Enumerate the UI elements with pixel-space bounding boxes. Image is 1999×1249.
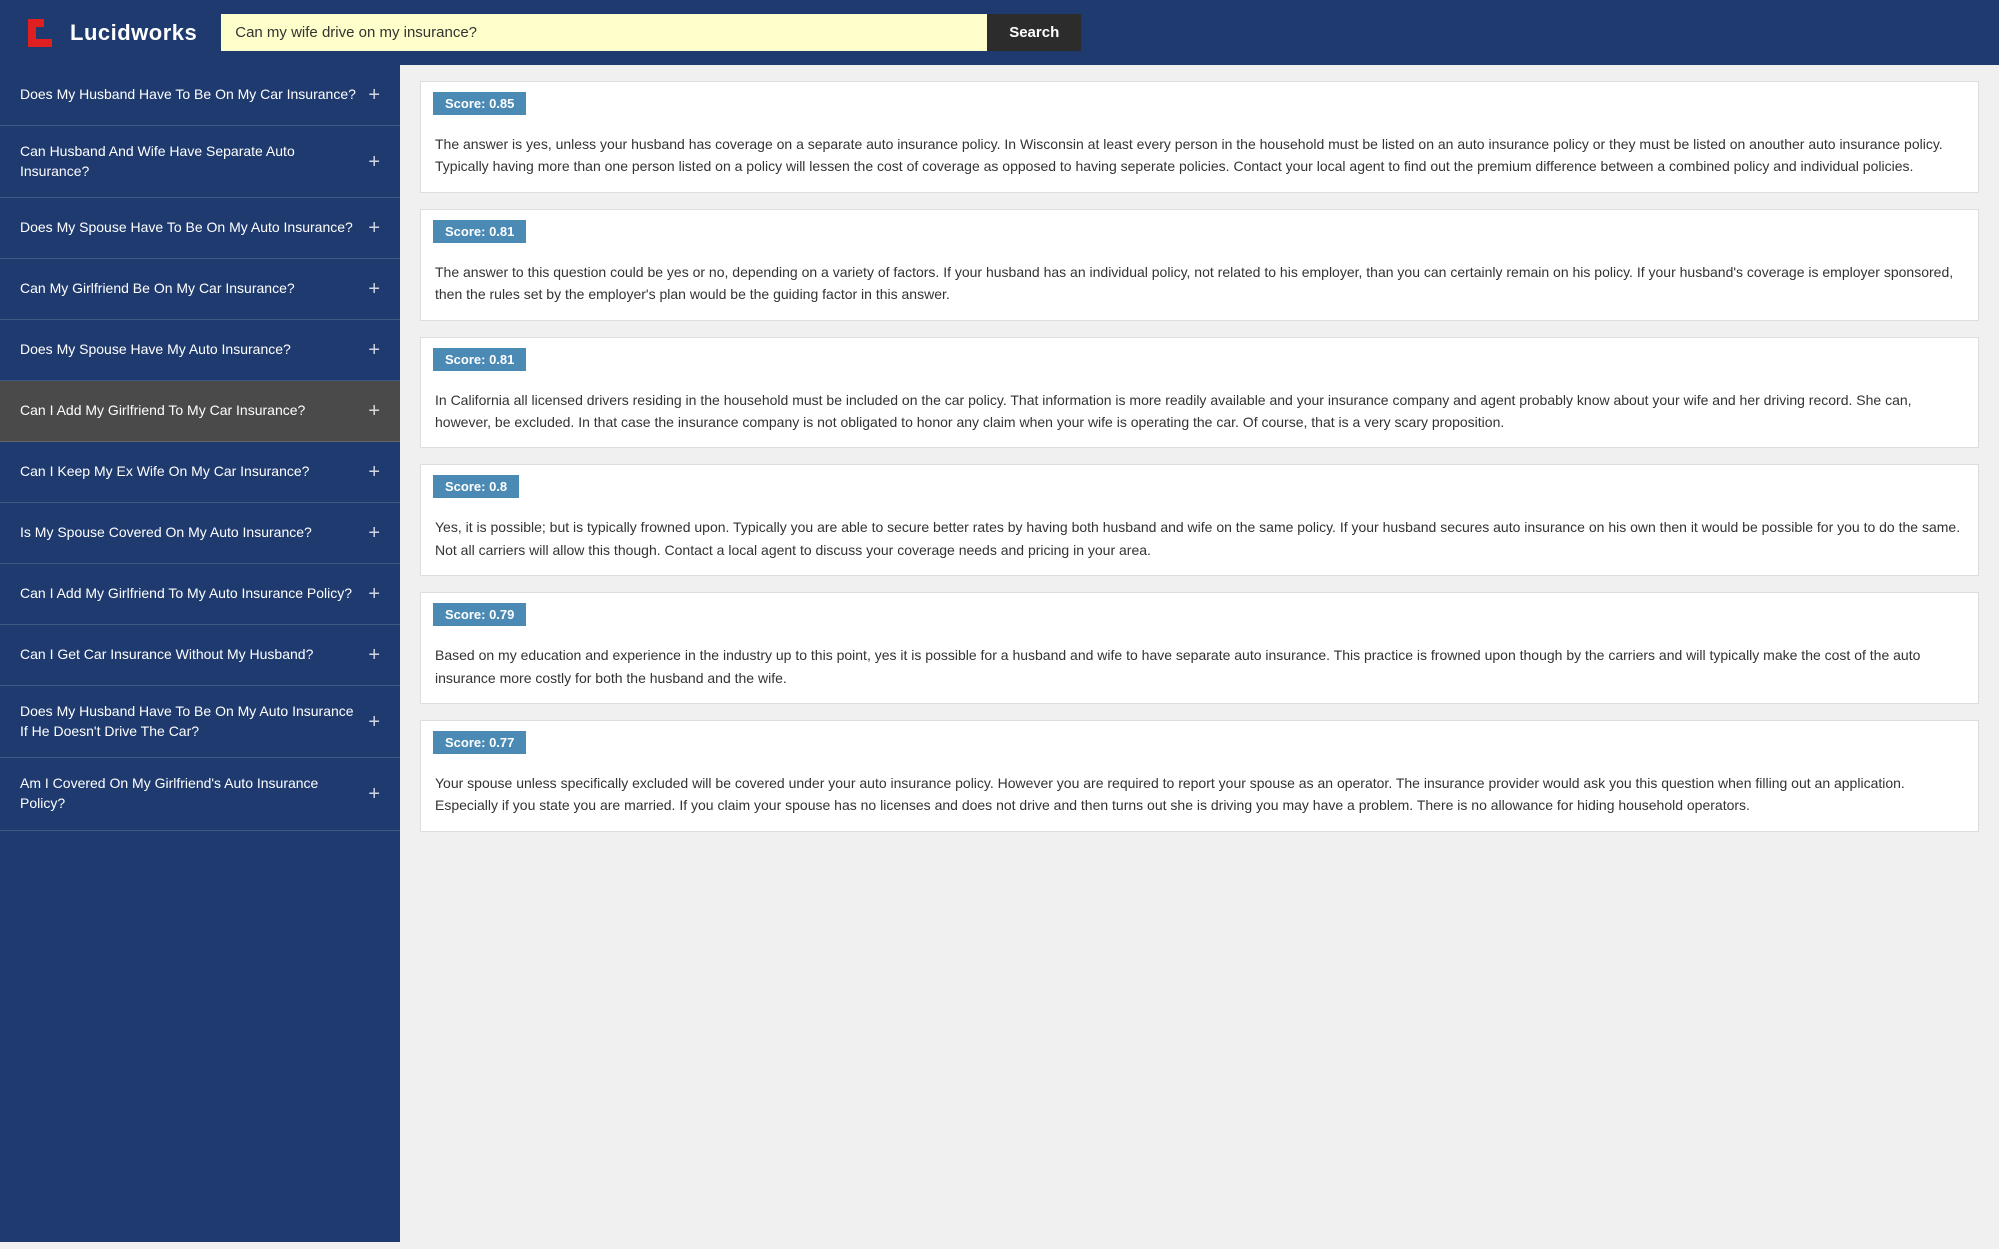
sidebar-item-9[interactable]: Can I Get Car Insurance Without My Husba… [0, 625, 400, 686]
result-text-5: Your spouse unless specifically excluded… [421, 764, 1978, 831]
logo-area: Lucidworks [24, 15, 197, 51]
result-text-2: In California all licensed drivers resid… [421, 381, 1978, 448]
sidebar-item-label-4: Does My Spouse Have My Auto Insurance? [20, 340, 291, 360]
result-card-4: Score: 0.79 Based on my education and exp… [420, 592, 1979, 704]
sidebar-item-plus-6: + [368, 458, 380, 486]
sidebar-item-label-7: Is My Spouse Covered On My Auto Insuranc… [20, 523, 312, 543]
result-card-3: Score: 0.8 Yes, it is possible; but is ty… [420, 464, 1979, 576]
sidebar-item-plus-9: + [368, 641, 380, 669]
score-badge-2: Score: 0.81 [433, 348, 526, 371]
result-text-4: Based on my education and experience in … [421, 636, 1978, 703]
search-button[interactable]: Search [987, 14, 1081, 51]
sidebar-item-8[interactable]: Can I Add My Girlfriend To My Auto Insur… [0, 564, 400, 625]
sidebar-item-label-11: Am I Covered On My Girlfriend's Auto Ins… [20, 774, 358, 813]
sidebar-item-label-1: Can Husband And Wife Have Separate Auto … [20, 142, 358, 181]
result-card-5: Score: 0.77 Your spouse unless specifical… [420, 720, 1979, 832]
result-text-0: The answer is yes, unless your husband h… [421, 125, 1978, 192]
sidebar-item-10[interactable]: Does My Husband Have To Be On My Auto In… [0, 686, 400, 758]
sidebar-item-label-2: Does My Spouse Have To Be On My Auto Ins… [20, 218, 353, 238]
lucidworks-logo-icon [24, 15, 60, 51]
sidebar-item-plus-3: + [368, 275, 380, 303]
sidebar-item-label-0: Does My Husband Have To Be On My Car Ins… [20, 85, 356, 105]
result-card-2: Score: 0.81 In California all licensed dr… [420, 337, 1979, 449]
results-panel: Score: 0.85 The answer is yes, unless you… [400, 65, 1999, 1242]
result-text-1: The answer to this question could be yes… [421, 253, 1978, 320]
sidebar-item-label-5: Can I Add My Girlfriend To My Car Insura… [20, 401, 305, 421]
score-badge-5: Score: 0.77 [433, 731, 526, 754]
sidebar-item-plus-7: + [368, 519, 380, 547]
sidebar-item-6[interactable]: Can I Keep My Ex Wife On My Car Insuranc… [0, 442, 400, 503]
header: Lucidworks Search [0, 0, 1999, 65]
main-layout: Does My Husband Have To Be On My Car Ins… [0, 65, 1999, 1242]
logo-text: Lucidworks [70, 20, 197, 46]
sidebar-item-plus-0: + [368, 81, 380, 109]
sidebar-item-3[interactable]: Can My Girlfriend Be On My Car Insurance… [0, 259, 400, 320]
sidebar-item-plus-5: + [368, 397, 380, 425]
sidebar-item-label-10: Does My Husband Have To Be On My Auto In… [20, 702, 358, 741]
sidebar-item-plus-1: + [368, 148, 380, 176]
sidebar: Does My Husband Have To Be On My Car Ins… [0, 65, 400, 1242]
sidebar-item-11[interactable]: Am I Covered On My Girlfriend's Auto Ins… [0, 758, 400, 830]
score-badge-1: Score: 0.81 [433, 220, 526, 243]
score-badge-3: Score: 0.8 [433, 475, 519, 498]
result-card-1: Score: 0.81 The answer to this question c… [420, 209, 1979, 321]
sidebar-item-label-8: Can I Add My Girlfriend To My Auto Insur… [20, 584, 352, 604]
score-badge-0: Score: 0.85 [433, 92, 526, 115]
sidebar-item-label-3: Can My Girlfriend Be On My Car Insurance… [20, 279, 295, 299]
sidebar-item-4[interactable]: Does My Spouse Have My Auto Insurance? + [0, 320, 400, 381]
sidebar-item-label-6: Can I Keep My Ex Wife On My Car Insuranc… [20, 462, 309, 482]
sidebar-item-plus-2: + [368, 214, 380, 242]
sidebar-item-plus-8: + [368, 580, 380, 608]
sidebar-item-7[interactable]: Is My Spouse Covered On My Auto Insuranc… [0, 503, 400, 564]
search-bar: Search [221, 14, 1081, 51]
result-card-0: Score: 0.85 The answer is yes, unless you… [420, 81, 1979, 193]
sidebar-item-2[interactable]: Does My Spouse Have To Be On My Auto Ins… [0, 198, 400, 259]
sidebar-item-plus-4: + [368, 336, 380, 364]
search-input[interactable] [221, 14, 987, 51]
sidebar-item-5[interactable]: Can I Add My Girlfriend To My Car Insura… [0, 381, 400, 442]
sidebar-item-1[interactable]: Can Husband And Wife Have Separate Auto … [0, 126, 400, 198]
sidebar-item-plus-10: + [368, 708, 380, 736]
sidebar-item-plus-11: + [368, 780, 380, 808]
sidebar-item-0[interactable]: Does My Husband Have To Be On My Car Ins… [0, 65, 400, 126]
sidebar-item-label-9: Can I Get Car Insurance Without My Husba… [20, 645, 313, 665]
score-badge-4: Score: 0.79 [433, 603, 526, 626]
result-text-3: Yes, it is possible; but is typically fr… [421, 508, 1978, 575]
